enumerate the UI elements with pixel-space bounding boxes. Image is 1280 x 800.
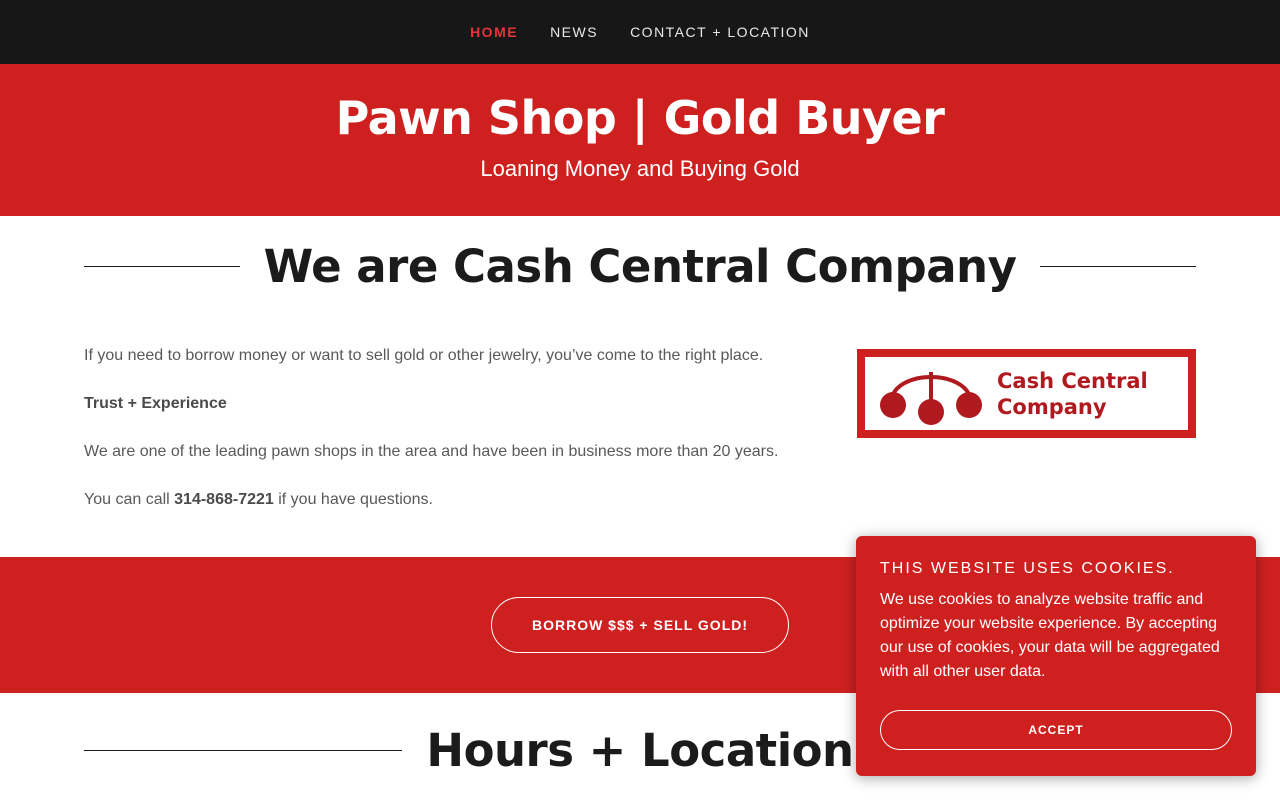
phone-number[interactable]: 314-868-7221: [174, 491, 274, 508]
borrow-sell-gold-button[interactable]: BORROW $$$ + SELL GOLD!: [491, 597, 789, 653]
call-prefix: You can call: [84, 491, 175, 508]
company-logo: Cash Central Company: [857, 349, 1196, 438]
about-intro-paragraph: If you need to borrow money or want to s…: [84, 347, 764, 364]
site-title: Pawn Shop | Gold Buyer: [335, 91, 945, 145]
call-suffix: if you have questions.: [273, 491, 433, 508]
about-text: If you need to borrow money or want to s…: [84, 344, 804, 557]
nav-home-link[interactable]: HOME: [470, 24, 518, 40]
nav-news-link[interactable]: NEWS: [550, 24, 598, 40]
about-section: We are Cash Central Company If you need …: [0, 216, 1280, 557]
hours-heading: Hours + Location: [426, 724, 854, 777]
about-business-paragraph: We are one of the leading pawn shops in …: [84, 443, 779, 460]
pawn-balls-icon: [880, 371, 982, 425]
cookie-banner-body: We use cookies to analyze website traffi…: [880, 591, 1220, 680]
top-navigation: HOME NEWS CONTACT + LOCATION: [0, 0, 1280, 64]
about-content: If you need to borrow money or want to s…: [0, 316, 1280, 557]
call-paragraph: You can call 314-868-7221 if you have qu…: [84, 488, 804, 512]
logo-wordmark: Cash Central Company: [997, 368, 1148, 420]
heading-divider-left: [84, 750, 403, 751]
nav-contact-location-link[interactable]: CONTACT + LOCATION: [630, 24, 810, 40]
cookie-consent-banner: THIS WEBSITE USES COOKIES. We use cookie…: [856, 536, 1256, 776]
heading-divider-right: [1040, 265, 1196, 267]
hero-banner: Pawn Shop | Gold Buyer Loaning Money and…: [0, 64, 1280, 216]
accept-cookies-button[interactable]: ACCEPT: [880, 710, 1232, 750]
about-heading: We are Cash Central Company: [263, 239, 1017, 293]
heading-divider-left: [84, 265, 240, 267]
about-heading-row: We are Cash Central Company: [0, 216, 1280, 316]
cookie-banner-title: THIS WEBSITE USES COOKIES.: [880, 560, 1175, 577]
logo-line-1: Cash Central: [997, 368, 1148, 393]
site-tagline: Loaning Money and Buying Gold: [480, 156, 800, 181]
logo-line-2: Company: [997, 394, 1107, 419]
trust-experience-subheading: Trust + Experience: [84, 395, 227, 412]
